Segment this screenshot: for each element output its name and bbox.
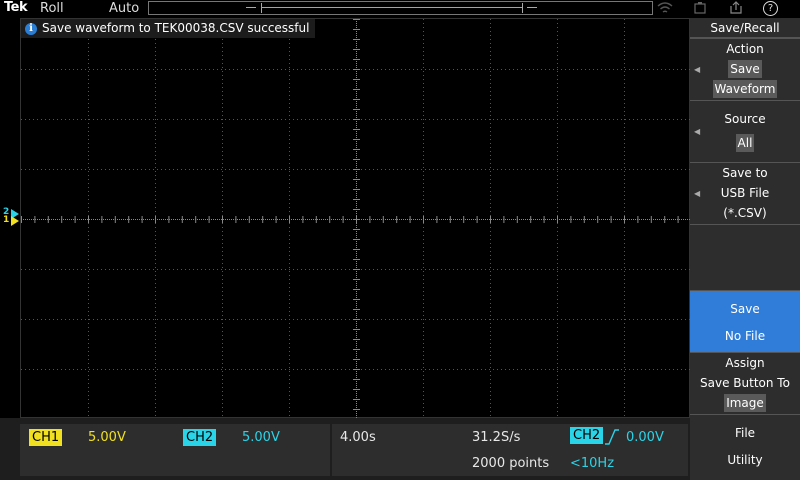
waveform-graticule[interactable] — [20, 18, 691, 419]
save-notification: i Save waveform to TEK00038.CSV successf… — [21, 19, 316, 38]
timebase-readout: 4.00s — [340, 430, 376, 445]
trigger-mode[interactable]: Auto — [109, 1, 139, 16]
empty-menu-slot — [690, 224, 800, 290]
left-arrow-icon: ◀ — [694, 189, 701, 198]
help-icon[interactable]: ? — [763, 1, 778, 16]
assign-value: Image — [724, 394, 766, 412]
sample-rate-readout: 31.2S/s — [472, 430, 521, 445]
usb-device-icon — [693, 1, 707, 18]
status-icons — [655, 1, 800, 17]
save-to-usb-button[interactable]: ◀ Save to USB File (*.CSV) — [690, 162, 800, 224]
ch2-scale: 5.00V — [242, 430, 280, 445]
trigger-level-readout: 0.00V — [626, 430, 664, 445]
record-view-bar — [148, 1, 653, 15]
menu-title: Save/Recall — [690, 18, 800, 38]
ch1-scale: 5.00V — [88, 430, 126, 445]
left-arrow-icon: ◀ — [694, 65, 701, 74]
top-status-bar: Tek Roll Auto ? — [0, 0, 778, 18]
info-icon: i — [25, 22, 37, 35]
file-utility-button[interactable]: File Utility — [690, 414, 800, 480]
notification-text: Save waveform to TEK00038.CSV successful — [42, 21, 310, 35]
trigger-source-badge[interactable]: CH2 — [570, 427, 604, 444]
export-icon — [729, 1, 743, 18]
left-arrow-icon: ◀ — [694, 127, 701, 136]
ch2-badge[interactable]: CH2 — [183, 429, 217, 446]
action-button[interactable]: ◀ Action Save Waveform — [690, 38, 800, 100]
horizontal-trigger-readout[interactable]: 4.00s 31.2S/s 2000 points CH2 0.00V <10H… — [332, 424, 688, 476]
acquisition-mode[interactable]: Roll — [40, 1, 64, 16]
ch1-ground-marker-label: 1 — [3, 215, 10, 225]
side-menu: Save/Recall ◀ Action Save Waveform ◀ Sou… — [690, 18, 800, 480]
graticule-grid — [21, 19, 691, 419]
ch1-badge[interactable]: CH1 — [29, 429, 63, 446]
trigger-frequency-readout: <10Hz — [570, 456, 615, 471]
action-value-line2: Waveform — [712, 80, 778, 98]
save-button[interactable]: Save No File — [690, 290, 800, 352]
source-value: All — [735, 134, 755, 152]
assign-save-button[interactable]: Assign Save Button To Image — [690, 352, 800, 414]
ch1-ground-marker[interactable] — [11, 216, 19, 226]
action-value-line1: Save — [728, 60, 762, 78]
brand-logo: Tek — [4, 0, 28, 15]
source-button[interactable]: ◀ Source All — [690, 100, 800, 162]
wifi-icon — [657, 1, 673, 18]
record-length-readout: 2000 points — [472, 456, 550, 471]
rising-edge-icon — [604, 428, 620, 450]
channel-readout-panel[interactable]: CH1 5.00V CH2 5.00V — [20, 424, 330, 476]
record-view-window — [261, 7, 523, 8]
